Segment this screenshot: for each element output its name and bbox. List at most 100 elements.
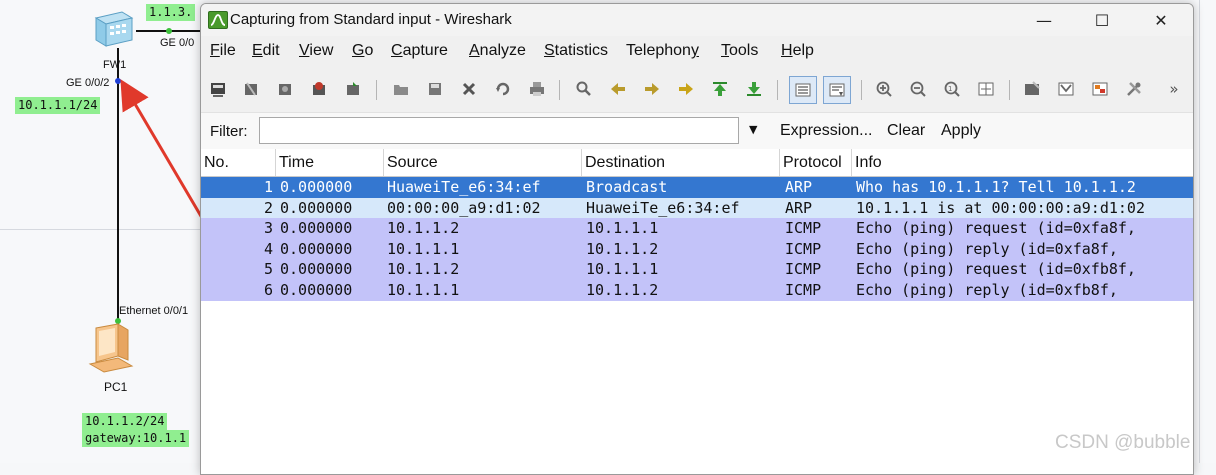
packet-cell-time: 0.000000 <box>280 239 353 258</box>
fw-uplink-port-label: GE 0/0 <box>160 37 195 49</box>
zoom-in-icon[interactable] <box>873 78 895 100</box>
go-last-icon[interactable] <box>743 78 765 100</box>
menu-analyze[interactable]: Analyze <box>469 42 526 60</box>
print-icon[interactable] <box>526 78 548 100</box>
stop-capture-icon[interactable] <box>308 78 330 100</box>
column-header-info[interactable]: Info <box>852 149 1193 176</box>
menu-view[interactable]: View <box>299 42 333 60</box>
canvas-gridline <box>1199 0 1200 463</box>
normal-size-icon[interactable]: 1 <box>941 78 963 100</box>
menu-edit[interactable]: Edit <box>252 42 280 60</box>
pc-device-name: PC1 <box>104 380 128 394</box>
menu-help[interactable]: Help <box>781 42 814 60</box>
packet-cell-destination: Broadcast <box>586 178 668 196</box>
packet-cell-time: 0.000000 <box>280 178 353 196</box>
packet-cell-protocol: ARP <box>785 178 813 196</box>
packet-row[interactable]: 1 0.000000 HuaweiTe_e6:34:ef Broadcast ARP Wh… <box>201 177 1193 198</box>
packet-row[interactable]: 3 0.000000 10.1.1.2 10.1.1.1 ICMP Echo (ping)… <box>201 218 1193 240</box>
resize-columns-icon[interactable] <box>975 78 997 100</box>
apply-button[interactable]: Apply <box>941 122 981 140</box>
pc-ip-label: 10.1.1.2/24 <box>82 413 168 430</box>
packet-row[interactable]: 4 0.000000 10.1.1.1 10.1.1.2 ICMP Echo (ping)… <box>201 238 1193 260</box>
packet-cell-protocol: ICMP <box>785 219 822 238</box>
colorize-icon[interactable] <box>789 76 817 104</box>
menu-file[interactable]: File <box>210 42 236 60</box>
firewall-icon[interactable] <box>92 8 136 48</box>
menu-capture[interactable]: Capture <box>391 42 448 60</box>
packet-cell-info: Echo (ping) reply (id=0xfa8f, <box>856 239 1118 258</box>
options-icon[interactable] <box>240 78 262 100</box>
packet-cell-info: Echo (ping) reply (id=0xfb8f, <box>856 281 1118 299</box>
packet-list[interactable]: No. Time Source Destination Protocol Inf… <box>201 149 1193 474</box>
go-back-icon[interactable] <box>607 78 629 100</box>
packet-cell-no: 4 <box>263 239 273 258</box>
autoscroll-icon[interactable] <box>823 76 851 104</box>
packet-cell-destination: 10.1.1.2 <box>586 239 659 258</box>
packet-cell-info: Who has 10.1.1.1? Tell 10.1.1.2 <box>856 178 1136 196</box>
open-file-icon[interactable] <box>390 78 412 100</box>
packet-cell-source: 10.1.1.1 <box>387 281 460 299</box>
column-header-source[interactable]: Source <box>384 149 582 176</box>
packet-cell-source: 10.1.1.2 <box>387 219 460 238</box>
zoom-out-icon[interactable] <box>907 78 929 100</box>
menu-tools[interactable]: Tools <box>721 42 758 60</box>
start-capture-icon[interactable] <box>274 78 296 100</box>
column-header-destination[interactable]: Destination <box>582 149 780 176</box>
column-header-no[interactable]: No. <box>201 149 276 176</box>
find-packet-icon[interactable] <box>573 78 595 100</box>
toolbar-overflow-button[interactable]: » <box>1163 78 1185 100</box>
packet-row[interactable]: 2 0.000000 00:00:00_a9:d1:02 HuaweiTe_e6:34… <box>201 197 1193 219</box>
reload-icon[interactable] <box>492 78 514 100</box>
packet-cell-destination: 10.1.1.1 <box>586 219 659 238</box>
column-header-protocol[interactable]: Protocol <box>780 149 852 176</box>
coloring-rules-icon[interactable] <box>1089 78 1111 100</box>
packet-cell-time: 0.000000 <box>280 260 353 279</box>
fw-port-label: GE 0/0/2 <box>66 77 110 89</box>
title-bar[interactable]: Capturing from Standard input - Wireshar… <box>201 4 1193 36</box>
packet-cell-destination: 10.1.1.2 <box>586 281 659 299</box>
preferences-icon[interactable] <box>1123 78 1145 100</box>
filter-dropdown-icon[interactable]: ▼ <box>749 123 757 136</box>
menu-go[interactable]: Go <box>352 42 373 60</box>
display-filter-input[interactable] <box>259 117 739 144</box>
packet-row[interactable]: 6 0.000000 10.1.1.1 10.1.1.2 ICMP Echo (ping)… <box>201 280 1193 301</box>
menu-telephony[interactable]: Telephony <box>626 42 699 60</box>
port-indicator <box>115 78 121 84</box>
packet-cell-time: 0.000000 <box>280 198 353 217</box>
clear-button[interactable]: Clear <box>887 122 925 140</box>
packet-cell-source: 00:00:00_a9:d1:02 <box>387 198 541 217</box>
menu-statistics[interactable]: Statistics <box>544 42 608 60</box>
packet-cell-time: 0.000000 <box>280 219 353 238</box>
capture-filters-icon[interactable] <box>1021 78 1043 100</box>
packet-cell-info: 10.1.1.1 is at 00:00:00:a9:d1:02 <box>856 198 1145 217</box>
expression-button[interactable]: Expression... <box>780 122 872 140</box>
packet-cell-destination: 10.1.1.1 <box>586 260 659 279</box>
interfaces-icon[interactable] <box>207 78 229 100</box>
toolbar-separator <box>861 80 862 100</box>
link-fw-pc <box>117 48 119 328</box>
display-filters-icon[interactable] <box>1055 78 1077 100</box>
packet-cell-no: 6 <box>263 281 273 299</box>
close-button[interactable]: ✕ <box>1138 4 1184 36</box>
packet-cell-protocol: ICMP <box>785 281 822 299</box>
packet-cell-source: 10.1.1.2 <box>387 260 460 279</box>
close-file-icon[interactable] <box>458 78 480 100</box>
save-file-icon[interactable] <box>424 78 446 100</box>
restart-capture-icon[interactable] <box>342 78 364 100</box>
packet-cell-source: 10.1.1.1 <box>387 239 460 258</box>
watermark: CSDN @bubble <box>1055 432 1191 453</box>
main-toolbar: 1 » <box>201 70 1193 108</box>
go-forward-icon[interactable] <box>641 78 663 100</box>
toolbar-separator <box>1009 80 1010 100</box>
toolbar-separator <box>559 80 560 100</box>
column-header-time[interactable]: Time <box>276 149 384 176</box>
go-first-icon[interactable] <box>709 78 731 100</box>
packet-cell-destination: HuaweiTe_e6:34:ef <box>586 198 740 217</box>
wireshark-window: Capturing from Standard input - Wireshar… <box>200 3 1194 475</box>
maximize-button[interactable]: ☐ <box>1079 4 1125 36</box>
pc-icon[interactable] <box>88 322 136 374</box>
minimize-button[interactable]: — <box>1021 4 1067 36</box>
go-to-packet-icon[interactable] <box>675 78 697 100</box>
packet-cell-info: Echo (ping) request (id=0xfb8f, <box>856 260 1136 279</box>
packet-row[interactable]: 5 0.000000 10.1.1.2 10.1.1.1 ICMP Echo (ping)… <box>201 259 1193 281</box>
